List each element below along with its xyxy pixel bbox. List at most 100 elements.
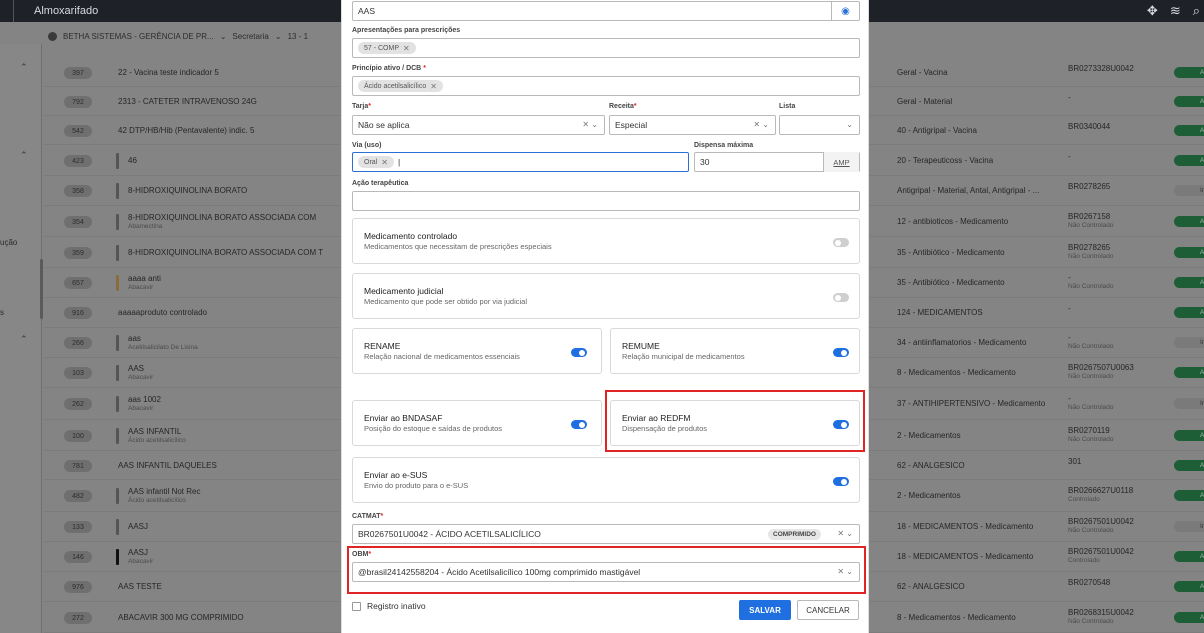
product-name: 2313 - CATETER INTRAVENOSO 24G: [118, 97, 257, 106]
dispensa-label: Dispensa máxima: [694, 142, 754, 149]
wifi-icon[interactable]: ≋: [1170, 3, 1181, 19]
toggle-bndasaf[interactable]: [571, 420, 587, 429]
menu-strip[interactable]: [0, 0, 14, 22]
nav-label[interactable]: s: [0, 308, 4, 317]
id-badge: 358: [64, 185, 92, 197]
clear-chevron-icon[interactable]: ✕ ⌄: [753, 120, 769, 129]
unit-selector[interactable]: AMP: [823, 152, 859, 172]
product-code: 301: [1068, 457, 1082, 466]
id-badge: 266: [64, 337, 92, 349]
product-group: 62 - ANALGESICO: [897, 582, 965, 591]
receita-select[interactable]: Especial ✕ ⌄: [609, 115, 776, 135]
search-icon[interactable]: ⌕: [1193, 3, 1200, 19]
chevron-down-icon[interactable]: ⌄: [846, 120, 853, 129]
id-badge: 976: [64, 581, 92, 593]
status-badge: Inat: [1174, 185, 1204, 196]
catmat-field[interactable]: BR0267501U0042 - ÁCIDO ACETILSALICÍLICO …: [352, 524, 860, 544]
toggle-esus[interactable]: [833, 477, 849, 486]
id-badge: 792: [64, 96, 92, 108]
status-badge: Ati: [1174, 612, 1204, 623]
product-code: BR0267158: [1068, 212, 1111, 221]
apresentacoes-field[interactable]: 57 - COMP ✕: [352, 38, 860, 58]
chip[interactable]: Ácido acetilsalicílico ✕: [358, 80, 443, 92]
color-marker: [116, 428, 119, 444]
product-name: 8-HIDROXIQUINOLINA BORATO ASSOCIADA COM: [128, 213, 317, 222]
chip[interactable]: 57 - COMP ✕: [358, 42, 416, 54]
obm-field[interactable]: @brasil24142558204 - Ácido Acetilsalicíl…: [352, 562, 860, 582]
id-badge: 100: [64, 430, 92, 442]
product-sub: Ácido acetilsalicílico: [128, 497, 186, 504]
tarja-label: Tarja*: [352, 103, 371, 110]
product-group: 8 - Medicamentos - Medicamento: [897, 613, 1016, 622]
id-badge: 397: [64, 67, 92, 79]
product-code: -: [1068, 273, 1071, 282]
lista-select[interactable]: ⌄: [779, 115, 860, 135]
product-group: Antigripal - Material, Antal, Antigripal…: [897, 186, 1040, 195]
principio-field[interactable]: Ácido acetilsalicílico ✕: [352, 76, 860, 96]
clear-chevron-icon[interactable]: ✕ ⌄: [837, 567, 853, 576]
product-name: ABACAVIR 300 MG COMPRIMIDO: [118, 613, 244, 622]
chevron-up-icon[interactable]: ⌃: [20, 62, 28, 73]
cancel-button[interactable]: CANCELAR: [797, 600, 859, 620]
product-control: Não Controlado: [1068, 618, 1114, 625]
product-group: 18 - MEDICAMENTOS - Medicamento: [897, 552, 1034, 561]
eye-icon[interactable]: ◉: [831, 1, 859, 21]
left-nav: ⌃ ⌃ ução s ⌃: [0, 44, 43, 633]
chevron-up-icon[interactable]: ⌃: [20, 150, 28, 161]
registro-inativo-checkbox[interactable]: [352, 602, 361, 611]
entity-selector[interactable]: Secretaria: [232, 32, 268, 41]
apps-icon[interactable]: ✥: [1147, 3, 1158, 19]
product-control: Não Controlado: [1068, 404, 1114, 411]
product-group: 20 - Terapeuticoss - Vacina: [897, 156, 994, 165]
dispensa-field[interactable]: 30 AMP: [694, 152, 860, 172]
color-marker: [116, 275, 119, 291]
principio-label: Princípio ativo / DCB *: [352, 65, 426, 72]
context-extra[interactable]: 13 - 1: [288, 32, 308, 41]
chip[interactable]: Oral ✕: [358, 156, 394, 168]
status-badge: Inat: [1174, 521, 1204, 532]
color-marker: [116, 335, 119, 351]
toggle-judicial[interactable]: [833, 293, 849, 302]
close-icon[interactable]: ✕: [403, 44, 410, 53]
toggle-controlado[interactable]: [833, 238, 849, 247]
color-marker: [116, 183, 119, 199]
product-control: Não Controlado: [1068, 343, 1114, 350]
product-control: Não Controlado: [1068, 253, 1114, 260]
product-name: 42 DTP/HB/Hib (Pentavalente) indic. 5: [118, 126, 255, 135]
status-badge: Ati: [1174, 460, 1204, 471]
org-selector[interactable]: BETHA SISTEMAS - GERÊNCIA DE PR...: [63, 32, 214, 41]
product-name: AAS: [128, 364, 145, 373]
close-icon[interactable]: ✕: [430, 82, 437, 91]
clear-chevron-icon[interactable]: ✕ ⌄: [582, 120, 598, 129]
product-code: BR0266627U0118: [1068, 486, 1134, 495]
product-sub: Acetilsalicilato De Lisina: [128, 344, 198, 351]
scrollbar[interactable]: [40, 259, 43, 319]
top-icons: ✥ ≋ ⌕: [1147, 3, 1200, 19]
acao-field[interactable]: [352, 191, 860, 211]
product-name: AAS INFANTIL: [128, 427, 182, 436]
product-sub: Ácido acetilsalicílico: [128, 437, 186, 444]
nav-label[interactable]: ução: [0, 238, 17, 247]
status-badge: Ati: [1174, 307, 1204, 318]
tarja-select[interactable]: Não se aplica ✕ ⌄: [352, 115, 605, 135]
name-field[interactable]: AAS ◉: [352, 1, 860, 21]
product-control: Não Controlado: [1068, 222, 1114, 229]
product-group: 34 - antiinflamatorios - Medicamento: [897, 338, 1027, 347]
catmat-badge: COMPRIMIDO: [768, 529, 821, 540]
chevron-up-icon[interactable]: ⌃: [20, 334, 28, 345]
product-group: 62 - ANALGESICO: [897, 461, 965, 470]
product-control: Não Controlado: [1068, 373, 1114, 380]
id-badge: 657: [64, 277, 92, 289]
product-code: -: [1068, 93, 1071, 102]
via-field[interactable]: Oral ✕ |: [352, 152, 689, 172]
clear-chevron-icon[interactable]: ✕ ⌄: [837, 529, 853, 538]
id-badge: 482: [64, 490, 92, 502]
toggle-rename[interactable]: [571, 348, 587, 357]
chevron-down-icon: ⌄: [219, 31, 227, 41]
product-code: -: [1068, 152, 1071, 161]
id-badge: 781: [64, 460, 92, 472]
save-button[interactable]: SALVAR: [739, 600, 791, 620]
close-icon[interactable]: ✕: [381, 158, 388, 167]
toggle-remume[interactable]: [833, 348, 849, 357]
status-badge: Ati: [1174, 216, 1204, 227]
